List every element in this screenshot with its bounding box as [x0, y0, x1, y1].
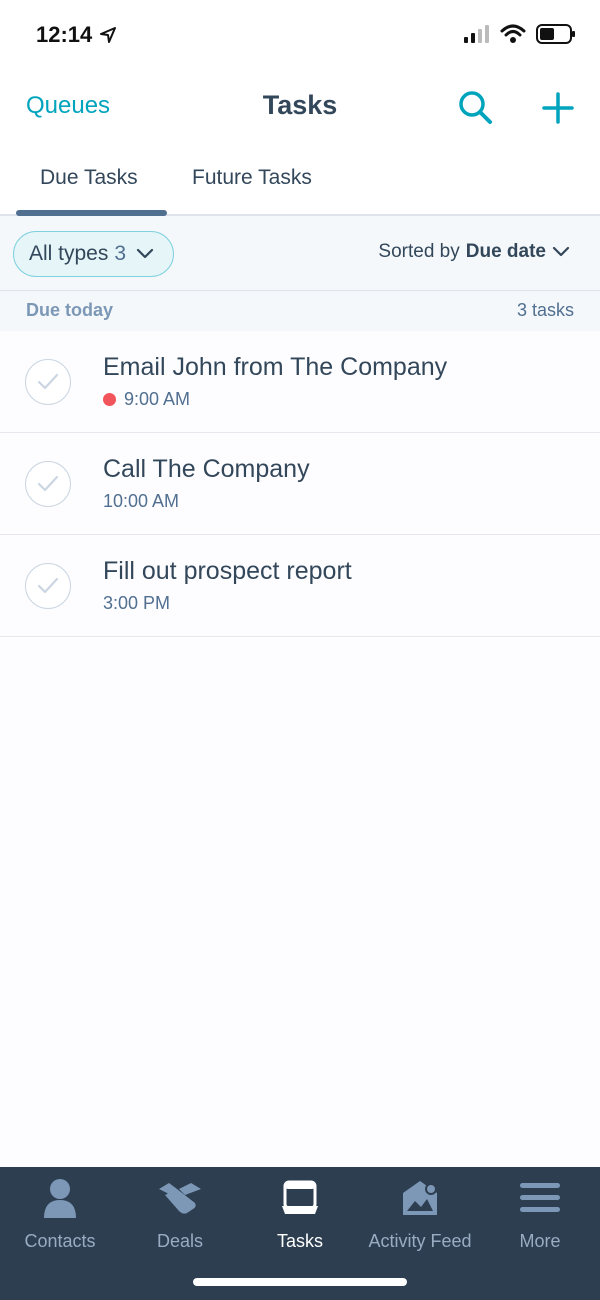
task-due-time: 3:00 PM	[103, 593, 170, 614]
nav-item-deals[interactable]: Deals	[120, 1175, 240, 1265]
task-title: Fill out prospect report	[103, 557, 352, 585]
signal-icon	[464, 25, 489, 43]
chevron-down-icon	[136, 248, 154, 259]
search-icon	[459, 91, 492, 124]
nav-label: Activity Feed	[368, 1231, 472, 1251]
plus-icon	[542, 92, 574, 124]
menu-icon	[516, 1175, 564, 1221]
checkmark-icon	[37, 373, 59, 390]
task-row[interactable]: Call The Company 10:00 AM	[0, 433, 600, 535]
home-indicator[interactable]	[193, 1278, 407, 1286]
tab-future-tasks[interactable]: Future Tasks	[192, 166, 312, 190]
person-icon	[36, 1175, 84, 1221]
status-time: 12:14	[36, 22, 93, 47]
status-indicators	[464, 24, 576, 44]
section-task-count: 3 tasks	[516, 300, 574, 320]
status-time-group: 12:14	[36, 22, 117, 48]
status-bar: 12:14	[0, 0, 600, 70]
task-time-text: 9:00 AM	[124, 389, 191, 409]
sort-control[interactable]: Sorted by Due date	[378, 241, 570, 263]
sort-value: Due date	[465, 241, 546, 262]
add-task-button[interactable]	[538, 88, 578, 128]
handshake-icon	[156, 1175, 204, 1221]
tasks-icon	[276, 1175, 324, 1221]
nav-label: Tasks	[276, 1231, 323, 1251]
activity-feed-icon	[396, 1175, 444, 1221]
task-types-filter[interactable]: All types 3	[13, 231, 174, 277]
queues-link[interactable]: Queues	[26, 92, 110, 120]
task-title: Email John from The Company	[103, 353, 448, 381]
types-filter-count: 3	[114, 242, 127, 265]
task-time-text: 10:00 AM	[103, 491, 180, 511]
nav-label: Contacts	[24, 1231, 96, 1251]
task-tabs: Due Tasks Future Tasks	[0, 144, 600, 216]
chevron-down-icon	[552, 246, 570, 257]
checkmark-icon	[37, 475, 59, 492]
task-row[interactable]: Fill out prospect report 3:00 PM	[0, 535, 600, 637]
wifi-icon	[500, 24, 526, 43]
types-filter-label: All types	[29, 242, 109, 265]
nav-item-tasks[interactable]: Tasks	[240, 1175, 360, 1265]
nav-item-contacts[interactable]: Contacts	[0, 1175, 120, 1265]
nav-label: Deals	[156, 1231, 204, 1251]
nav-item-activity-feed[interactable]: Activity Feed	[360, 1175, 480, 1265]
nav-item-more[interactable]: More	[480, 1175, 600, 1265]
section-title: Due today	[26, 300, 114, 320]
overdue-dot-icon	[103, 393, 116, 406]
header: Queues Tasks	[0, 70, 600, 144]
nav-label: More	[519, 1231, 561, 1251]
task-due-time: 10:00 AM	[103, 491, 179, 512]
task-complete-checkbox[interactable]	[25, 461, 71, 507]
search-button[interactable]	[456, 88, 496, 128]
task-complete-checkbox[interactable]	[25, 359, 71, 405]
location-arrow-icon	[100, 27, 117, 43]
task-list: Email John from The Company 9:00 AM Call…	[0, 331, 600, 637]
task-title: Call The Company	[103, 455, 310, 483]
sort-prefix: Sorted by	[378, 241, 460, 262]
task-time-text: 3:00 PM	[103, 593, 171, 613]
task-row[interactable]: Email John from The Company 9:00 AM	[0, 331, 600, 433]
checkmark-icon	[37, 577, 59, 594]
filter-bar: All types 3 Sorted by Due date	[0, 216, 600, 291]
task-due-time: 9:00 AM	[103, 389, 190, 410]
task-complete-checkbox[interactable]	[25, 563, 71, 609]
tab-due-tasks[interactable]: Due Tasks	[40, 166, 138, 190]
battery-icon	[536, 24, 575, 44]
section-header: Due today 3 tasks	[0, 291, 600, 331]
